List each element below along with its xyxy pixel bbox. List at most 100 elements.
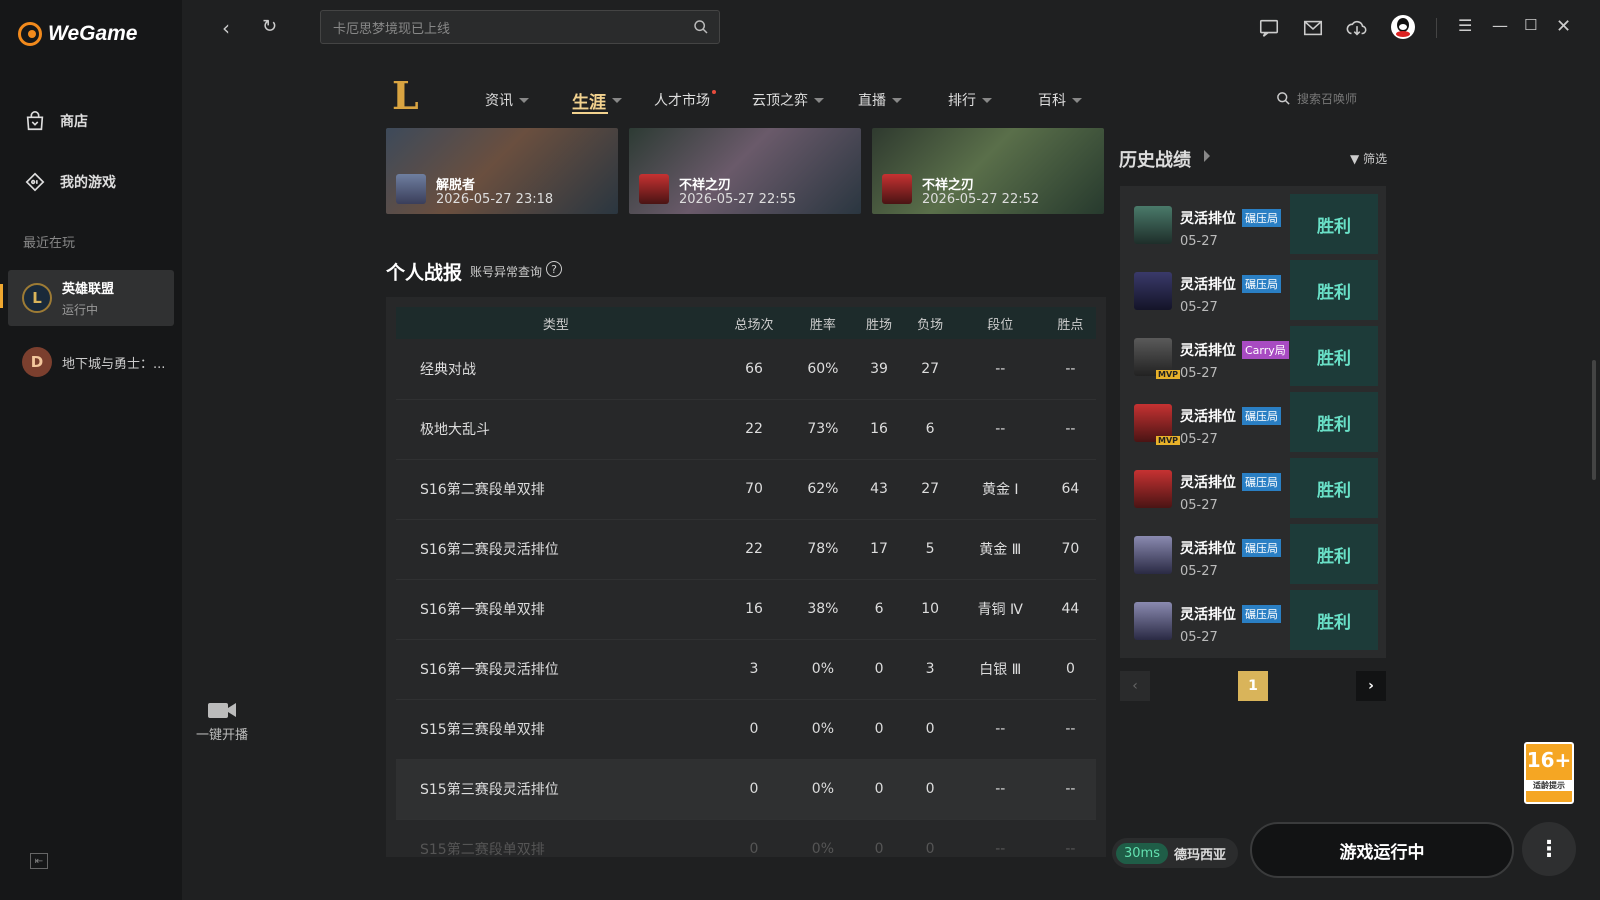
table-row[interactable]: S16第一赛段单双排 16 38% 6 10 青铜 Ⅳ 44	[396, 579, 1096, 640]
match-row[interactable]: 灵活排位 碾压局 05-27 胜利	[1128, 458, 1378, 518]
table-cell: 27	[904, 459, 956, 520]
table-row[interactable]: S16第二赛段单双排 70 62% 43 27 黄金 Ⅰ 64	[396, 459, 1096, 520]
table-cell: 17	[853, 519, 905, 580]
game-running-button[interactable]: 游戏运行中	[1250, 822, 1514, 878]
match-row[interactable]: 灵活排位 碾压局 05-27 胜利	[1128, 590, 1378, 650]
avatar-icon[interactable]	[1390, 14, 1416, 40]
age-rating-badge[interactable]: 16+ 适龄提示	[1524, 742, 1574, 804]
tab-live[interactable]: 直播	[858, 90, 902, 110]
recent-game-lol[interactable]: L 英雄联盟 运行中	[8, 270, 174, 326]
match-row[interactable]: MVP 灵活排位 Carry局 05-27 胜利	[1128, 326, 1378, 386]
video-hero: 解脱者	[436, 178, 476, 193]
refresh-button[interactable]: ↻	[262, 16, 277, 37]
table-cell: --	[1044, 339, 1096, 400]
match-tag: 碾压局	[1242, 473, 1281, 491]
table-cell: 38%	[792, 579, 854, 640]
video-card[interactable]: 不祥之刃 2026-05-27 22:55	[629, 128, 861, 214]
chevron-right-icon[interactable]	[1204, 150, 1210, 162]
history-title[interactable]: 历史战绩	[1119, 146, 1191, 172]
match-tag: 碾压局	[1242, 539, 1281, 557]
match-tag: Carry局	[1242, 341, 1289, 359]
match-row[interactable]: 灵活排位 碾压局 05-27 胜利	[1128, 260, 1378, 320]
sidebar-item-my-games[interactable]: 我的游戏	[24, 171, 116, 193]
table-cell: 0	[715, 819, 793, 857]
notification-dot	[712, 90, 716, 94]
menu-icon[interactable]: ☰	[1458, 16, 1472, 35]
chat-icon[interactable]	[1258, 17, 1280, 39]
mail-icon[interactable]	[1302, 17, 1324, 39]
match-date: 05-27	[1180, 498, 1218, 513]
back-button[interactable]: ‹	[222, 16, 230, 40]
table-row[interactable]: S15第二赛段单双排 0 0% 0 0 -- --	[396, 819, 1096, 857]
table-row[interactable]: S16第一赛段灵活排位 3 0% 0 3 白银 Ⅲ0	[396, 639, 1096, 700]
champion-avatar	[1134, 206, 1172, 244]
wegame-logo[interactable]: WeGame	[18, 22, 138, 46]
recent-game-dnf[interactable]: D 地下城与勇士：...	[8, 334, 174, 390]
filter-button[interactable]: ▼ 筛选	[1350, 150, 1387, 167]
close-icon[interactable]: ✕	[1556, 16, 1571, 37]
lol-logo-icon[interactable]: L	[392, 76, 428, 116]
table-row[interactable]: S15第三赛段单双排 0 0% 0 0 -- --	[396, 699, 1096, 760]
match-mode: 灵活排位	[1180, 211, 1236, 227]
table-cell: 0%	[792, 639, 854, 700]
account-query-link[interactable]: 账号异常查询	[470, 263, 542, 280]
video-date: 2026-05-27 22:52	[922, 192, 1040, 207]
table-row[interactable]: 极地大乱斗 22 73% 16 6 -- --	[396, 399, 1096, 460]
match-mode: 灵活排位	[1180, 541, 1236, 557]
go-live-label: 一键开播	[195, 728, 248, 743]
video-card[interactable]: 不祥之刃 2026-05-27 22:52	[872, 128, 1104, 214]
table-cell: 27	[904, 339, 956, 400]
table-row[interactable]: S16第二赛段灵活排位 22 78% 17 5 黄金 Ⅲ 70	[396, 519, 1096, 580]
tab-tft[interactable]: 云顶之弈	[752, 90, 824, 110]
tab-talent-market[interactable]: 人才市场	[654, 90, 716, 110]
table-cell: --	[955, 699, 1045, 760]
match-row[interactable]: 灵活排位 碾压局 05-27 胜利	[1128, 524, 1378, 584]
match-row[interactable]: MVP 灵活排位 碾压局 05-27 胜利	[1128, 392, 1378, 452]
match-row[interactable]: 灵活排位 碾压局 05-27 胜利	[1128, 194, 1378, 254]
more-options-button[interactable]: ⋮	[1522, 822, 1576, 876]
match-mode: 灵活排位	[1180, 409, 1236, 425]
filter-label: 筛选	[1363, 152, 1388, 166]
match-result: 胜利	[1290, 458, 1378, 518]
go-live-button[interactable]: 一键开播	[192, 700, 252, 743]
table-cell: 70	[1044, 519, 1096, 580]
maximize-icon[interactable]: ☐	[1524, 16, 1537, 34]
download-icon[interactable]	[1346, 17, 1368, 39]
table-cell: 青铜 Ⅳ	[955, 579, 1045, 640]
help-icon[interactable]: ?	[546, 261, 562, 277]
wegame-logo-icon	[18, 22, 42, 46]
chevron-down-icon	[1072, 97, 1082, 103]
server-status[interactable]: 30ms 德玛西亚	[1112, 838, 1238, 868]
table-cell: --	[955, 759, 1045, 820]
tab-wiki[interactable]: 百科	[1038, 90, 1082, 110]
summoner-search-placeholder: 搜索召唤师	[1297, 92, 1358, 106]
summoner-search-input[interactable]: 搜索召唤师	[1276, 90, 1357, 107]
sidebar-item-store[interactable]: 商店	[24, 110, 88, 132]
brand-name: WeGame	[48, 22, 138, 45]
tab-ranking[interactable]: 排行	[948, 90, 992, 110]
video-card[interactable]: 解脱者 2026-05-27 23:18	[386, 128, 618, 214]
next-page-button[interactable]: ›	[1356, 671, 1386, 701]
tab-career[interactable]: 生涯	[572, 88, 622, 113]
table-row[interactable]: S15第三赛段灵活排位 0 0% 0 0 -- --	[396, 759, 1096, 820]
table-row[interactable]: 经典对战 66 60% 39 27 -- --	[396, 339, 1096, 400]
prev-page-button[interactable]: ‹	[1120, 671, 1150, 701]
search-icon[interactable]	[693, 19, 709, 35]
tab-news[interactable]: 资讯	[485, 90, 529, 110]
search-placeholder: 卡厄思梦境现已上线	[333, 21, 451, 37]
collapse-sidebar-button[interactable]: ⇤	[30, 853, 48, 869]
table-cell: 60%	[792, 339, 854, 400]
column-header: 胜率	[792, 307, 854, 339]
table-cell: 78%	[792, 519, 854, 580]
table-cell: 39	[853, 339, 905, 400]
scrollbar[interactable]	[1592, 360, 1596, 480]
hero-avatar	[396, 174, 426, 204]
column-header: 负场	[904, 307, 956, 339]
search-input[interactable]: 卡厄思梦境现已上线	[320, 10, 720, 44]
table-cell: --	[955, 399, 1045, 460]
match-result: 胜利	[1290, 260, 1378, 320]
page-number-button[interactable]: 1	[1238, 671, 1268, 701]
recent-section-label: 最近在玩	[23, 236, 76, 251]
minimize-icon[interactable]: —	[1492, 16, 1508, 35]
sidebar-item-label: 商店	[60, 114, 88, 130]
